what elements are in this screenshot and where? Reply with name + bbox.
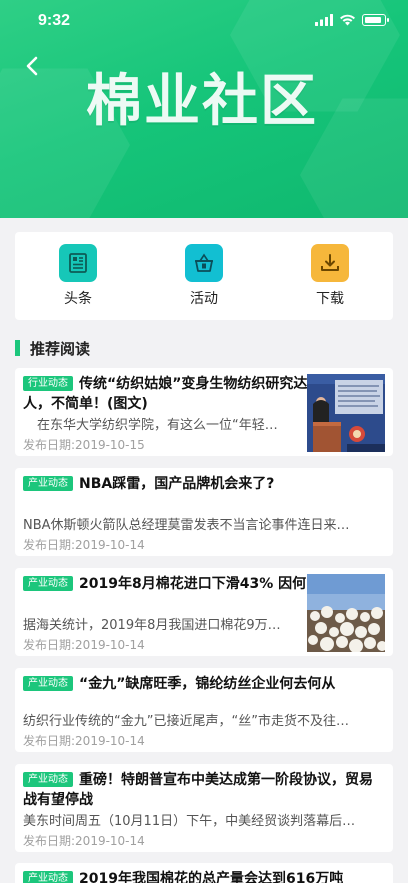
article-date: 发布日期:2019-10-14: [23, 638, 145, 652]
category-headlines[interactable]: 头条: [28, 244, 128, 308]
gift-basket-icon: [185, 244, 223, 282]
article-card[interactable]: 产业动态 “金九”缺席旺季，锦纶纺丝企业何去何从 纺织行业传统的“金九”已接近尾声…: [15, 668, 393, 752]
article-title: 2019年我国棉花的总产量会达到616万吨: [79, 871, 344, 883]
article-headline: 产业动态 “金九”缺席旺季，锦纶纺丝企业何去何从: [23, 674, 383, 694]
category-label: 头条: [64, 291, 92, 307]
article-tag: 产业动态: [23, 576, 73, 591]
signal-icon: [315, 14, 333, 26]
status-time: 9:32: [38, 12, 71, 29]
article-headline: 行业动态 传统“纺织姑娘”变身生物纺织研究达人，不简单！(图文): [23, 374, 309, 414]
article-card[interactable]: 产业动态 重磅！特朗普宣布中美达成第一阶段协议，贸易战有望停战 美东时间周五（10…: [15, 764, 393, 852]
article-summary: 纺织行业传统的“金九”已接近尾声，“丝”市走货不及往…: [23, 714, 349, 729]
article-date: 发布日期:2019-10-14: [23, 538, 145, 552]
status-bar: 9:32: [0, 0, 408, 44]
article-thumbnail: [307, 574, 385, 652]
article-summary: 在东华大学纺织学院，有这么一位“年轻…: [37, 418, 278, 433]
article-card[interactable]: 产业动态 2019年8月棉花进口下滑43% 因何 据海关统计，2019年8月我国进…: [15, 568, 393, 656]
article-tag: 产业动态: [23, 676, 73, 691]
category-label: 活动: [190, 291, 218, 307]
article-headline: 产业动态 2019年我国棉花的总产量会达到616万吨: [23, 869, 383, 883]
download-icon: [311, 244, 349, 282]
article-card[interactable]: 产业动态 NBA踩雷，国产品牌机会来了? NBA休斯顿火箭队总经理莫雷发表不当言论…: [15, 468, 393, 556]
back-button[interactable]: [18, 50, 46, 82]
article-summary: 美东时间周五（10月11日）下午，中美经贸谈判落幕后…: [23, 814, 356, 829]
article-date: 发布日期:2019-10-15: [23, 438, 145, 452]
category-events[interactable]: 活动: [154, 244, 254, 308]
category-nav: 头条 活动 下载: [15, 232, 393, 320]
section-header: 推荐阅读: [15, 338, 90, 358]
chevron-left-icon: [26, 56, 38, 76]
article-tag: 产业动态: [23, 871, 73, 883]
article-card[interactable]: 行业动态 传统“纺织姑娘”变身生物纺织研究达人，不简单！(图文) 在东华大学纺织学…: [15, 368, 393, 456]
article-tag: 行业动态: [23, 376, 73, 391]
article-title: “金九”缺席旺季，锦纶纺丝企业何去何从: [79, 676, 336, 692]
article-title: 2019年8月棉花进口下滑43% 因何: [79, 576, 307, 592]
wifi-icon: [340, 14, 355, 26]
article-title: NBA踩雷，国产品牌机会来了?: [79, 476, 275, 492]
article-headline: 产业动态 重磅！特朗普宣布中美达成第一阶段协议，贸易战有望停战: [23, 770, 383, 810]
article-summary: 据海关统计，2019年8月我国进口棉花9万…: [23, 618, 281, 633]
page-title: 棉业社区: [86, 69, 318, 134]
article-date: 发布日期:2019-10-14: [23, 834, 145, 848]
header-banner: 9:32 棉业社区: [0, 0, 408, 218]
newspaper-icon: [59, 244, 97, 282]
article-tag: 产业动态: [23, 772, 73, 787]
status-icons: [315, 14, 389, 26]
article-headline: 产业动态 2019年8月棉花进口下滑43% 因何: [23, 574, 309, 594]
article-title: 重磅！特朗普宣布中美达成第一阶段协议，贸易战有望停战: [23, 772, 373, 808]
article-summary: NBA休斯顿火箭队总经理莫雷发表不当言论事件连日来…: [23, 518, 350, 533]
section-title: 推荐阅读: [30, 339, 91, 358]
article-tag: 产业动态: [23, 476, 73, 491]
article-headline: 产业动态 NBA踩雷，国产品牌机会来了?: [23, 474, 383, 494]
section-accent-bar: [15, 340, 20, 356]
article-thumbnail: [307, 374, 385, 452]
article-date: 发布日期:2019-10-14: [23, 734, 145, 748]
article-card[interactable]: 产业动态 2019年我国棉花的总产量会达到616万吨: [15, 863, 393, 883]
category-downloads[interactable]: 下载: [280, 244, 380, 308]
category-label: 下载: [316, 291, 344, 307]
battery-icon: [362, 14, 389, 26]
